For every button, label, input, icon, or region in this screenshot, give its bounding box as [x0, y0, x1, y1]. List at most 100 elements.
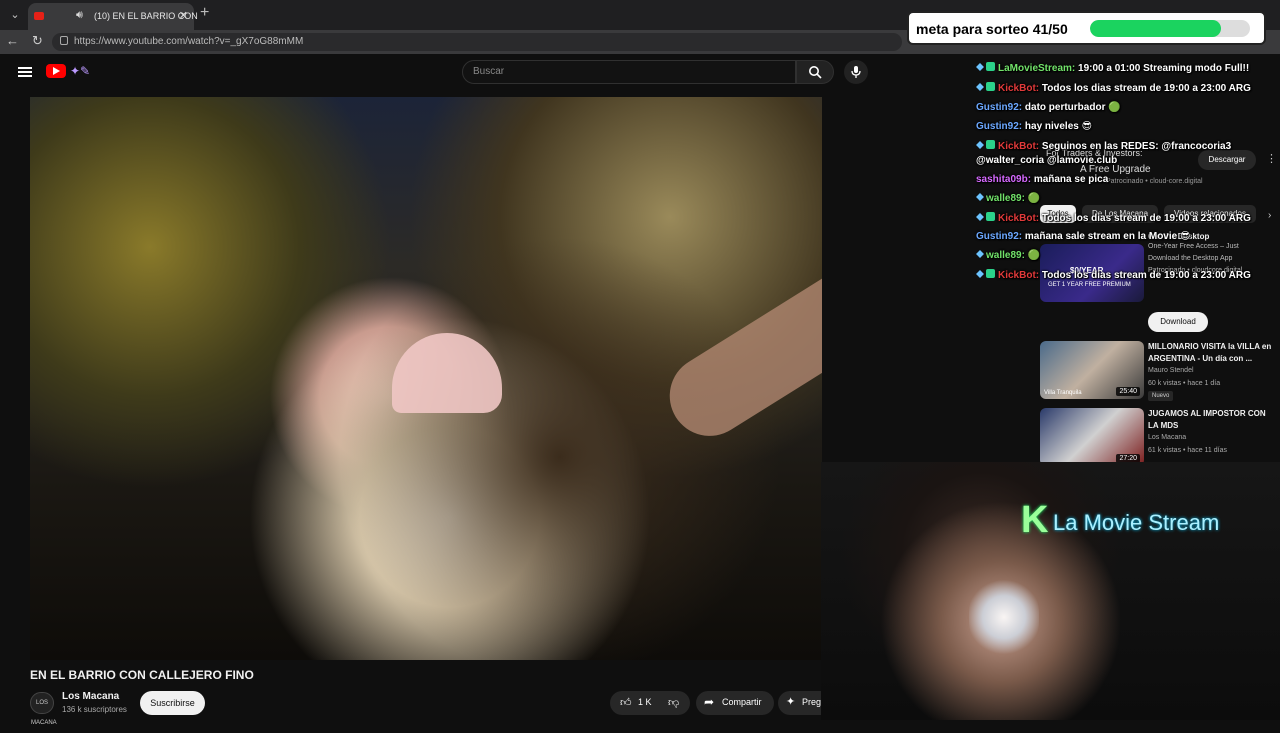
chat-message: walle89: 🟢 [976, 250, 1276, 261]
channel-avatar[interactable]: LOS MACANA [30, 692, 57, 726]
chat-message: @walter_coria @lamovie.club [976, 155, 1276, 166]
video-title-2[interactable]: JUGAMOS AL IMPOSTOR CON LA MDS [1148, 408, 1273, 432]
microphone-icon [851, 66, 861, 78]
goal-label: meta para sorteo 41/50 [916, 21, 1068, 37]
chat-username: KickBot: [998, 141, 1040, 152]
search-icon [809, 66, 822, 79]
chat-username: walle89: [986, 193, 1025, 204]
new-badge: Nuevo [1148, 391, 1174, 401]
verified-badge-icon [986, 62, 995, 71]
chat-text: Seguinos en las REDES: @francocoria3 [1041, 141, 1232, 152]
chat-text: mañana sale stream en la Movie 😎 [1024, 231, 1191, 242]
verified-badge-icon [986, 82, 995, 91]
share-label: Compartir [722, 697, 762, 707]
close-tab-icon[interactable]: ✕ [179, 9, 188, 22]
channel-name[interactable]: Los Macana [62, 691, 119, 702]
mod-badge-icon [976, 193, 984, 201]
mod-badge-icon [976, 83, 984, 91]
share-icon: ➦ [704, 695, 715, 709]
video-thumbnail-1[interactable]: Villa Tranquila 25:40 [1040, 341, 1144, 399]
chat-text: 19:00 a 01:00 Streaming modo Full!! [1078, 63, 1250, 74]
headset-glow [969, 577, 1039, 657]
goal-progress-bar [1090, 20, 1250, 37]
goal-progress-fill [1090, 20, 1222, 37]
chat-message: LaMovieStream: 19:00 a 01:00 Streaming m… [976, 62, 1276, 74]
ad-card-desc1: One-Year Free Access – Just [1148, 243, 1239, 250]
chat-message: KickBot: Todos los dias stream de 19:00 … [976, 82, 1276, 94]
video-meta-2: 61 k vistas • hace 11 días [1148, 447, 1227, 454]
video-channel-1[interactable]: Mauro Stendel [1148, 367, 1194, 374]
url-text: https://www.youtube.com/watch?v=_gX7oG88… [74, 36, 304, 47]
ask-button[interactable]: ✦ Pregu [778, 691, 822, 715]
site-info-icon[interactable] [60, 36, 68, 45]
chat-username: KickBot: [998, 213, 1040, 224]
chat-message: KickBot: Todos los dias stream de 19:00 … [976, 212, 1276, 224]
chat-text: hay niveles 😎 [1024, 121, 1093, 132]
mod-badge-icon [976, 270, 984, 278]
chat-text: Todos los dias stream de 19:00 a 23:00 A… [1041, 270, 1251, 281]
verified-badge-icon [986, 269, 995, 278]
back-arrow-icon[interactable]: ← [6, 33, 19, 48]
menu-icon[interactable] [18, 67, 32, 77]
chat-username: Gustin92: [976, 231, 1023, 242]
chat-text: 🟢 [1027, 193, 1041, 204]
chat-username: Gustin92: [976, 121, 1023, 132]
video-title-1[interactable]: MILLONARIO VISITA la VILLA en ARGENTINA … [1148, 341, 1273, 365]
chat-username: KickBot: [998, 270, 1040, 281]
dislike-icon[interactable]: 👎︎ [668, 696, 679, 709]
kick-logo-icon: K [1021, 499, 1049, 541]
ad-card-download-button[interactable]: Download [1148, 312, 1208, 332]
mod-badge-icon [976, 213, 984, 221]
video-frame-cap [392, 333, 502, 413]
streamer-webcam: K La Movie Stream [821, 462, 1280, 720]
subscribe-button[interactable]: Suscribirse [140, 691, 205, 715]
chat-message: Gustin92: dato perturbador 🟢 [976, 102, 1276, 113]
chat-text: dato perturbador 🟢 [1024, 102, 1121, 113]
video-duration: 25:40 [1116, 387, 1140, 396]
reload-icon[interactable]: ↻ [32, 33, 43, 49]
chat-message: KickBot: Todos los dias stream de 19:00 … [976, 269, 1276, 281]
chat-username: sashita09b: [976, 174, 1032, 185]
chat-message: KickBot: Seguinos en las REDES: @francoc… [976, 140, 1276, 152]
search-placeholder: Buscar [473, 66, 505, 77]
video-channel-2[interactable]: Los Macana [1148, 434, 1186, 441]
chat-text: mañana se pica [1033, 174, 1109, 185]
chat-username: Gustin92: [976, 102, 1023, 113]
audio-playing-icon[interactable]: 🔊︎ [76, 9, 83, 22]
tab-search-icon[interactable]: ⌄ [6, 6, 24, 24]
doodle-icon[interactable]: ✦✎ [70, 64, 90, 78]
chat-message: walle89: 🟢 [976, 193, 1276, 204]
video-player[interactable] [30, 97, 822, 660]
video-frame-arm [654, 202, 822, 452]
chat-username: KickBot: [998, 83, 1040, 94]
mod-badge-icon [976, 250, 984, 258]
chat-username: LaMovieStream: [998, 63, 1076, 74]
chat-message: Gustin92: hay niveles 😎 [976, 121, 1276, 132]
chat-text: 🟢 [1027, 250, 1041, 261]
voice-search-button[interactable] [844, 60, 868, 84]
like-dislike-group: 👍︎ 1 K 👎︎ [610, 691, 690, 715]
chat-username: walle89: [986, 250, 1025, 261]
sparkle-icon: ✦ [786, 696, 796, 708]
browser-tab-active[interactable]: 🔊︎ (10) EN EL BARRIO CON CALLE ✕ [28, 3, 200, 30]
youtube-logo-icon[interactable] [46, 64, 66, 78]
thumb-label: Villa Tranquila [1044, 390, 1082, 396]
mod-badge-icon [976, 63, 984, 71]
share-button[interactable]: ➦ Compartir [696, 691, 774, 715]
chat-text: Todos los dias stream de 19:00 a 23:00 A… [1041, 83, 1251, 94]
ad-thumb-line: GET 1 YEAR FREE PREMIUM [1048, 282, 1131, 288]
chat-message: Gustin92: mañana sale stream en la Movie… [976, 231, 1276, 242]
url-field[interactable]: https://www.youtube.com/watch?v=_gX7oG88… [52, 33, 902, 51]
video-meta-1: 60 k vistas • hace 1 día [1148, 380, 1221, 387]
chat-message: sashita09b: mañana se pica [976, 174, 1276, 185]
chat-text: Todos los dias stream de 19:00 a 23:00 A… [1041, 213, 1251, 224]
like-icon[interactable]: 👍︎ [620, 696, 632, 709]
like-count[interactable]: 1 K [638, 697, 652, 707]
search-input[interactable]: Buscar [462, 60, 796, 84]
new-tab-button[interactable]: + [200, 4, 209, 22]
mod-badge-icon [976, 141, 984, 149]
search-button[interactable] [796, 60, 834, 84]
video-thumbnail-2[interactable]: 27:20 [1040, 408, 1144, 466]
subscriber-count: 136 k suscriptores [62, 705, 127, 714]
verified-badge-icon [986, 140, 995, 149]
